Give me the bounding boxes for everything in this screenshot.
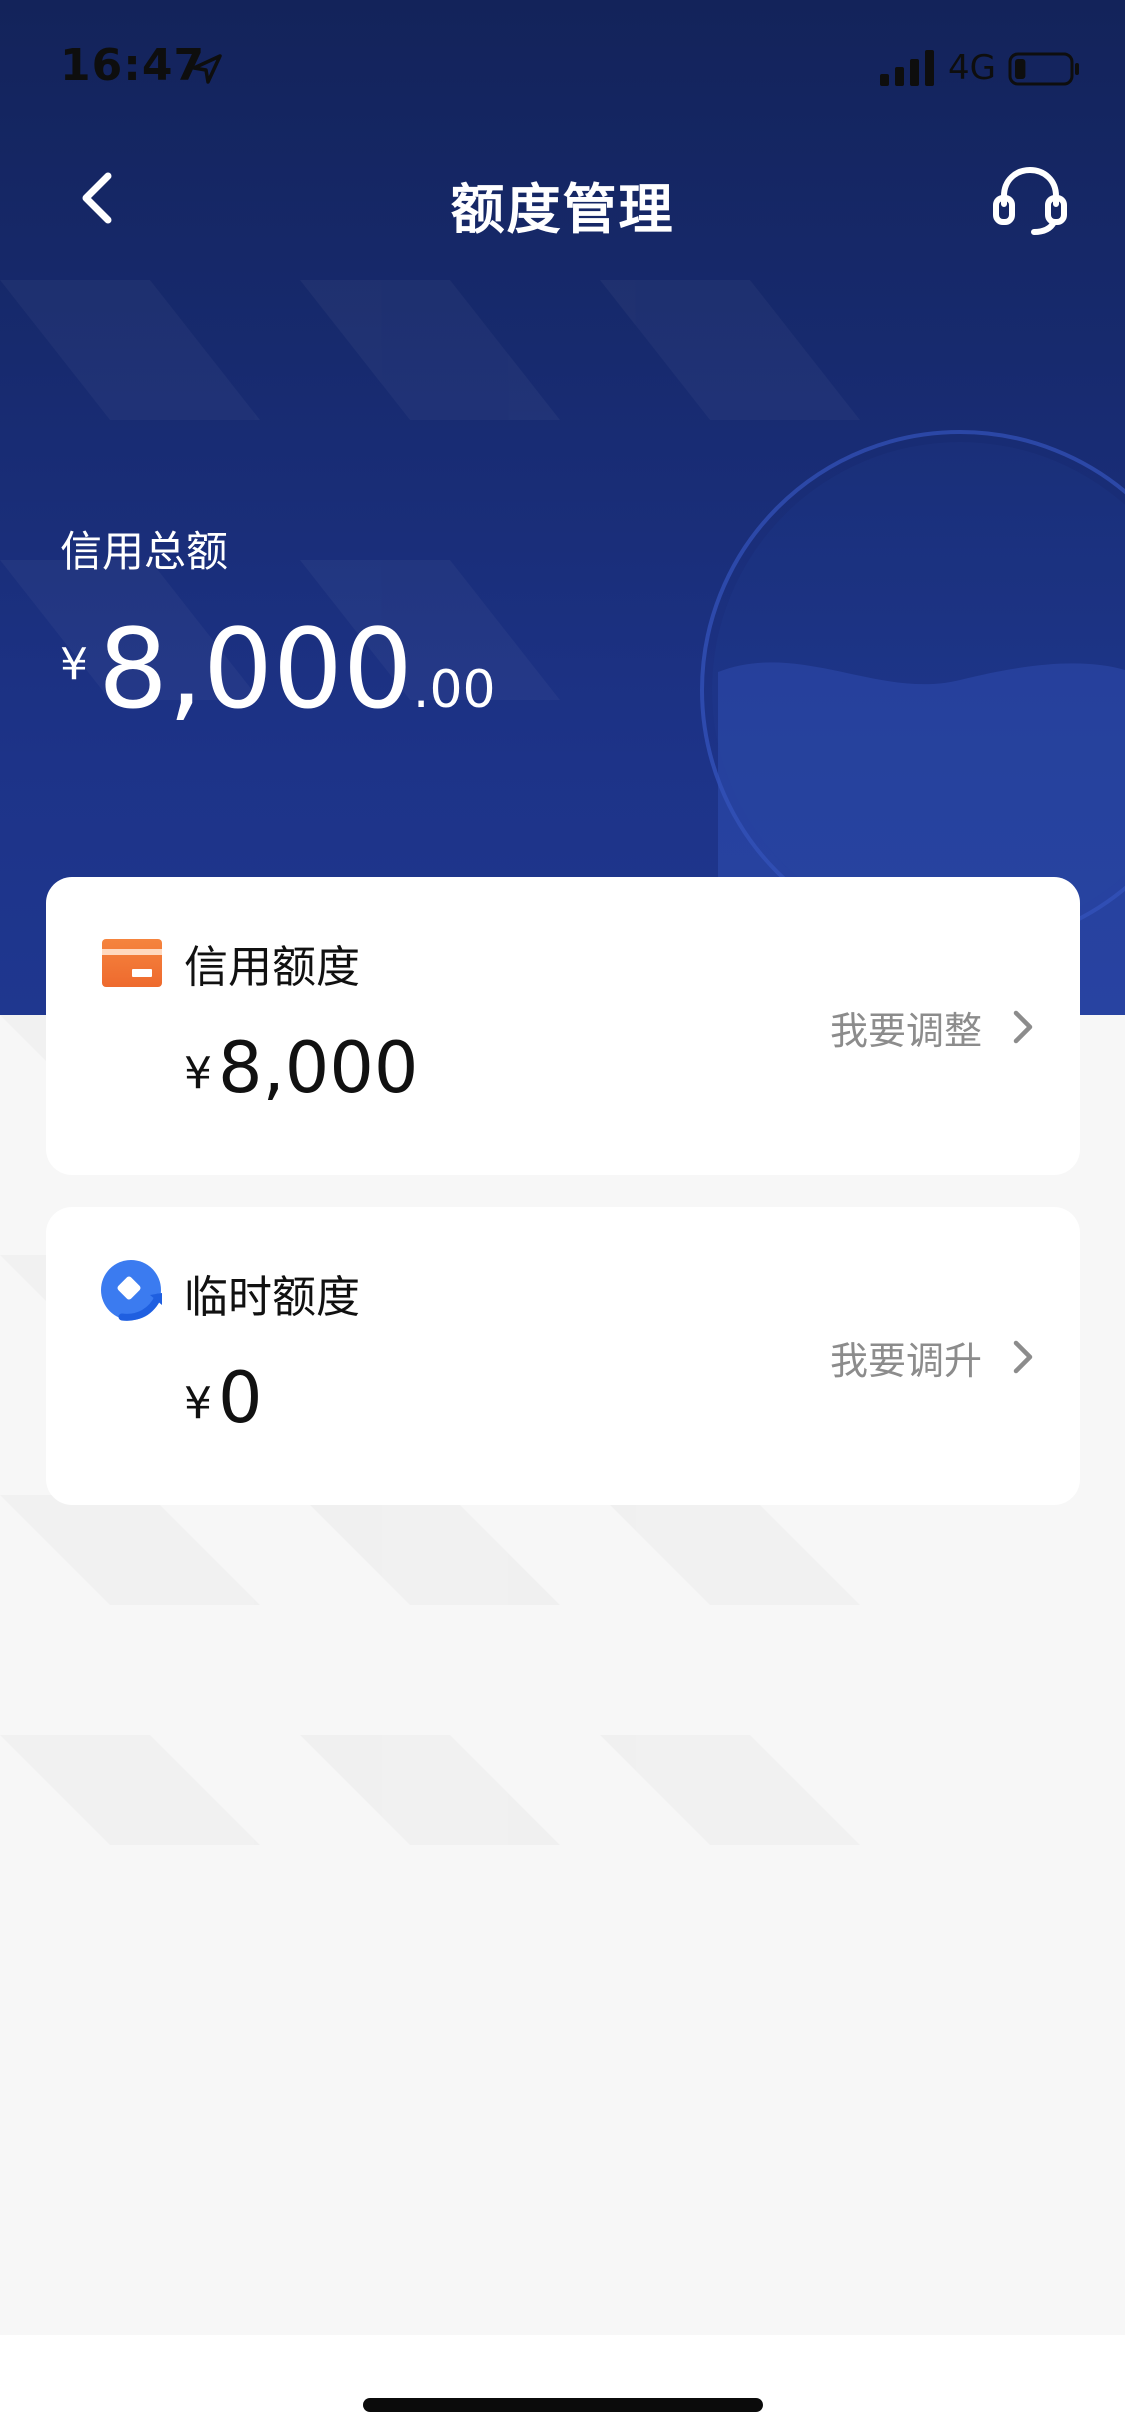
temporary-quota-value: 0	[218, 1357, 263, 1439]
credit-quota-title: 信用额度	[184, 942, 360, 993]
temporary-quota-amount: ¥0	[184, 1357, 263, 1439]
status-time: 16:47	[60, 40, 206, 91]
network-type: 4G	[948, 48, 996, 88]
currency-symbol: ¥	[184, 1048, 212, 1099]
total-credit-amount: ¥8,000.00	[60, 605, 496, 733]
credit-quota-card: 信用额度 ¥8,000 我要调整	[46, 877, 1080, 1175]
raise-quota-button[interactable]: 我要调升	[830, 1327, 1036, 1387]
customer-service-button[interactable]	[990, 160, 1070, 240]
hero-decoration	[700, 430, 1125, 1015]
adjust-quota-button[interactable]: 我要调整	[830, 997, 1036, 1057]
temporary-quota-card: 临时额度 ¥0 我要调升	[46, 1207, 1080, 1505]
credit-card-icon	[102, 939, 162, 987]
cellular-signal-icon	[880, 50, 934, 86]
chevron-right-icon	[1013, 1340, 1033, 1374]
page-title: 额度管理	[450, 178, 675, 241]
credit-quota-amount: ¥8,000	[184, 1027, 418, 1109]
temporary-quota-icon	[101, 1260, 162, 1321]
location-arrow-icon	[192, 54, 222, 84]
total-amount-integer: 8,000	[98, 605, 413, 733]
credit-quota-value: 8,000	[218, 1027, 419, 1109]
raise-quota-label: 我要调升	[829, 1338, 982, 1383]
headset-icon	[993, 166, 1067, 235]
temporary-quota-title: 临时额度	[184, 1272, 360, 1323]
total-credit-label: 信用总额	[60, 527, 229, 576]
home-indicator-area	[0, 2335, 1125, 2436]
hero-banner	[0, 0, 1125, 1015]
adjust-quota-label: 我要调整	[829, 1008, 982, 1053]
chevron-right-icon	[1013, 1010, 1033, 1044]
status-bar: 16:47 4G	[0, 0, 1125, 140]
currency-symbol: ¥	[184, 1378, 212, 1429]
total-amount-decimal: .00	[412, 660, 496, 720]
battery-icon	[1008, 52, 1079, 86]
home-indicator[interactable]	[363, 2398, 763, 2412]
currency-symbol: ¥	[60, 639, 88, 690]
